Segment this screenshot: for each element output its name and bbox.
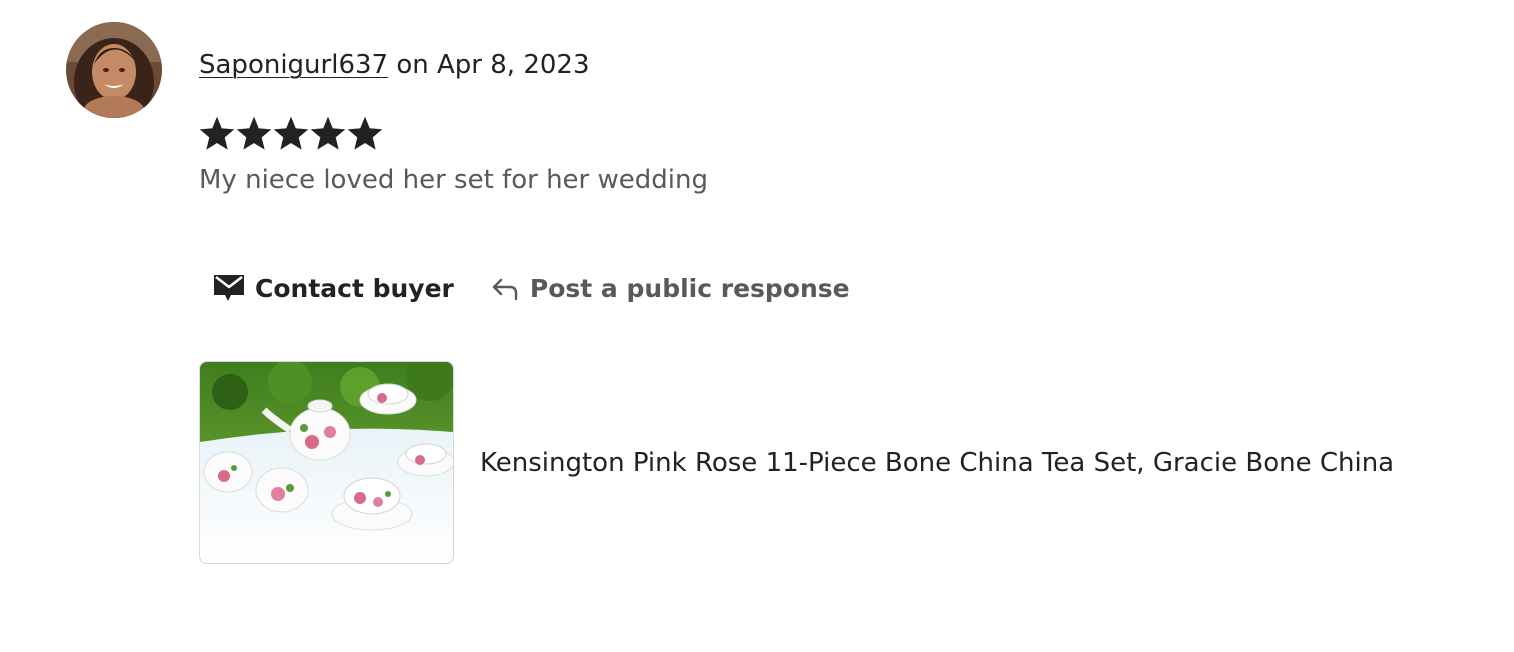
review-text: My niece loved her set for her wedding [199,165,708,195]
star-icon [236,116,272,150]
review-actions: Contact buyer Post a public response [199,266,864,310]
envelope-icon [213,273,245,303]
contact-buyer-label: Contact buyer [255,273,454,303]
listing-link[interactable]: Kensington Pink Rose 11-Piece Bone China… [199,361,1394,564]
reply-arrow-icon [490,275,520,301]
star-icon [310,116,346,150]
reviewer-name-link[interactable]: Saponigurl637 [199,50,388,80]
reviewer-avatar-image [66,22,162,118]
date-prefix: on [388,50,437,80]
star-icon [273,116,309,150]
contact-buyer-button[interactable]: Contact buyer [199,266,468,310]
review-date: Apr 8, 2023 [437,50,590,80]
tea-set-image [200,362,453,563]
post-public-response-button[interactable]: Post a public response [480,266,864,310]
reviewer-avatar[interactable] [66,22,162,118]
star-rating [199,116,383,154]
star-icon [347,116,383,150]
review-byline: Saponigurl637 on Apr 8, 2023 [199,48,589,82]
listing-thumbnail[interactable] [199,361,454,564]
listing-title[interactable]: Kensington Pink Rose 11-Piece Bone China… [480,446,1394,480]
post-public-response-label: Post a public response [529,273,850,303]
star-icon [199,116,235,150]
